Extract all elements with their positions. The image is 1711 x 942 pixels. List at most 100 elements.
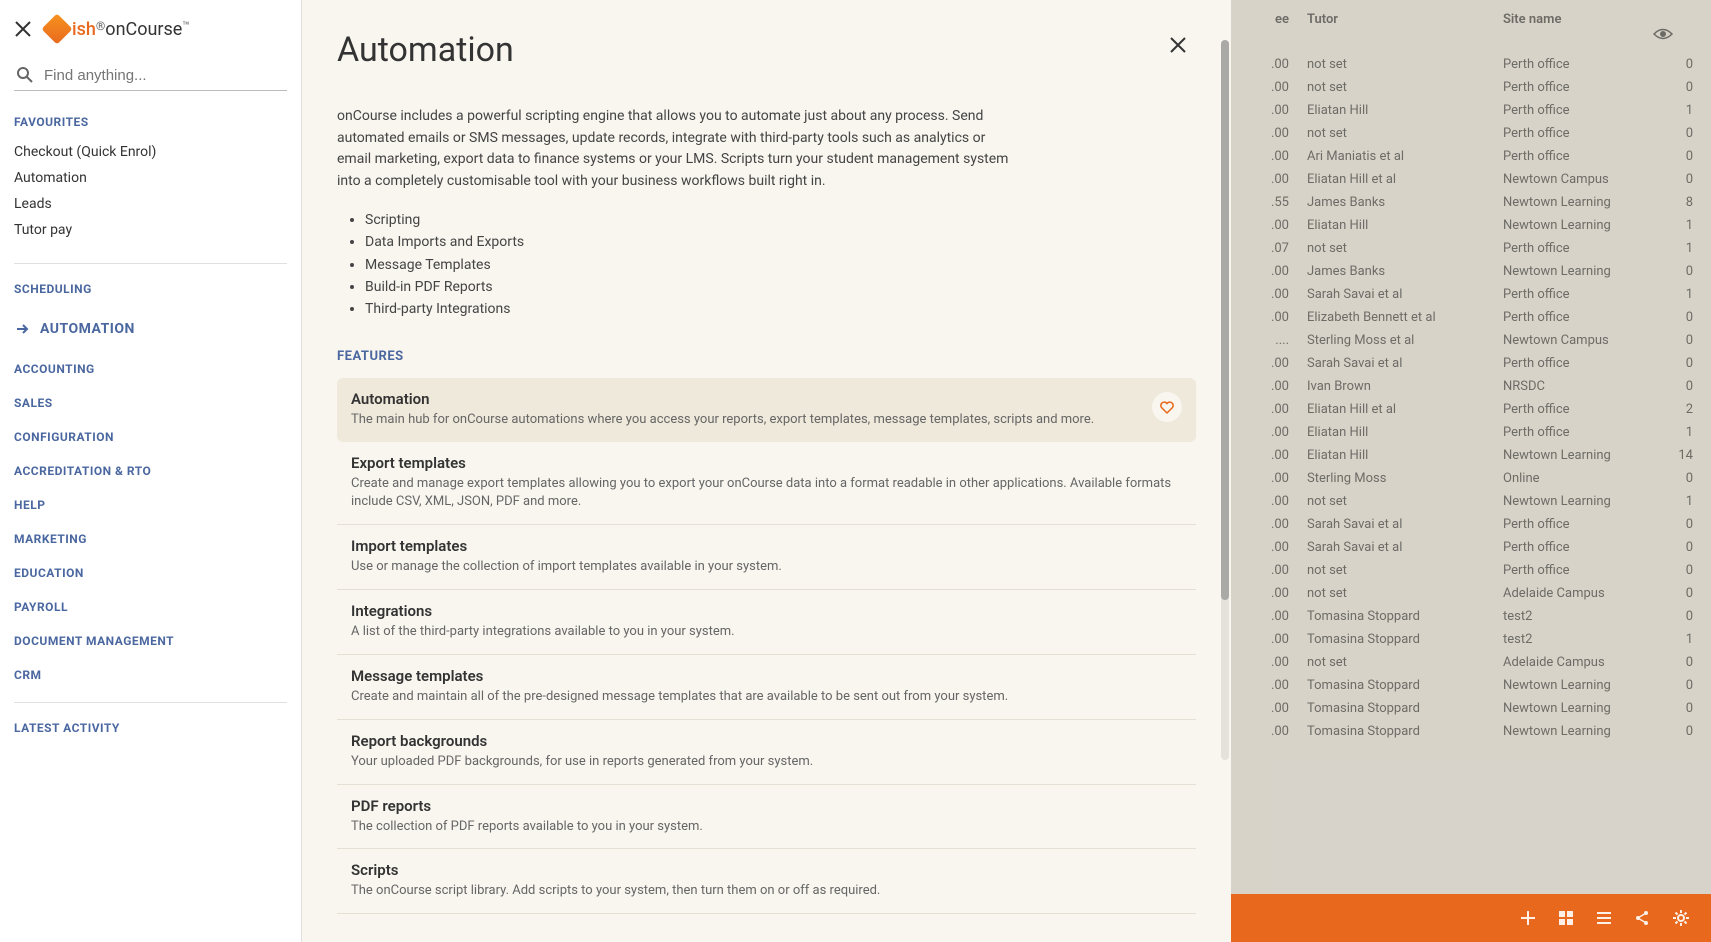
nav-heading-active[interactable]: AUTOMATION (14, 316, 287, 342)
cell-count: 1 (1653, 103, 1693, 118)
view-list-button[interactable] (1595, 909, 1613, 927)
table-row[interactable]: .00Ivan BrownNRSDC0 (1231, 375, 1711, 398)
table-row[interactable]: .00Eliatan Hill et alPerth office2 (1231, 398, 1711, 421)
nav-heading[interactable]: CONFIGURATION (14, 430, 287, 444)
nav-heading[interactable]: PAYROLL (14, 600, 287, 614)
scrollbar-thumb[interactable] (1221, 40, 1229, 600)
cell-site: Perth office (1503, 80, 1653, 95)
feature-item[interactable]: IntegrationsA list of the third-party in… (337, 590, 1196, 655)
cell-site: Perth office (1503, 540, 1653, 555)
search-field[interactable] (14, 60, 287, 91)
close-content-button[interactable] (1169, 36, 1187, 54)
table-row[interactable]: .00Tomasina Stoppardtest21 (1231, 628, 1711, 651)
close-sidebar-button[interactable] (14, 20, 32, 38)
cell-tutor: James Banks (1289, 264, 1503, 279)
feature-desc: The collection of PDF reports available … (351, 818, 1182, 837)
bullet-item: Third-party Integrations (365, 298, 1196, 320)
feature-item[interactable]: Message templatesCreate and maintain all… (337, 655, 1196, 720)
col-visibility[interactable] (1653, 12, 1693, 41)
cell-tutor: Tomasina Stoppard (1289, 724, 1503, 739)
table-row[interactable]: .00Sarah Savai et alPerth office0 (1231, 352, 1711, 375)
search-input[interactable] (44, 67, 285, 84)
view-grid-button[interactable] (1557, 909, 1575, 927)
favourite-item[interactable]: Automation (14, 165, 287, 191)
cell-fee: .00 (1249, 287, 1289, 302)
table-row[interactable]: .00not setAdelaide Campus0 (1231, 651, 1711, 674)
col-tutor-header[interactable]: Tutor (1289, 12, 1503, 41)
nav-heading[interactable]: ACCOUNTING (14, 362, 287, 376)
table-row[interactable]: .00Tomasina StoppardNewtown Learning0 (1231, 697, 1711, 720)
table-row[interactable]: .00Sterling MossOnline0 (1231, 467, 1711, 490)
table-row[interactable]: .00Elizabeth Bennett et alPerth office0 (1231, 306, 1711, 329)
table-row[interactable]: .00Tomasina StoppardNewtown Learning0 (1231, 674, 1711, 697)
nav-section: ACCOUNTING (14, 362, 287, 376)
share-button[interactable] (1633, 909, 1651, 927)
favourite-heart-icon[interactable] (1152, 392, 1182, 422)
scrollbar[interactable] (1221, 40, 1229, 760)
nav-heading[interactable]: SCHEDULING (14, 282, 287, 296)
table-row[interactable]: .00not setPerth office0 (1231, 76, 1711, 99)
table-row[interactable]: .00Tomasina StoppardNewtown Learning0 (1231, 720, 1711, 743)
table-row[interactable]: .00not setPerth office0 (1231, 122, 1711, 145)
nav-heading[interactable]: MARKETING (14, 532, 287, 546)
cell-tutor: not set (1289, 655, 1503, 670)
nav-heading[interactable]: ACCREDITATION & RTO (14, 464, 287, 478)
nav-section: CONFIGURATION (14, 430, 287, 444)
table-row[interactable]: .00not setNewtown Learning1 (1231, 490, 1711, 513)
cell-count: 0 (1653, 517, 1693, 532)
feature-item[interactable]: PDF reportsThe collection of PDF reports… (337, 785, 1196, 850)
nav-heading[interactable]: DOCUMENT MANAGEMENT (14, 634, 287, 648)
settings-button[interactable] (1671, 908, 1691, 928)
col-fee-header[interactable]: ee (1249, 12, 1289, 41)
cell-site: Adelaide Campus (1503, 655, 1653, 670)
table-row[interactable]: .00not setAdelaide Campus0 (1231, 582, 1711, 605)
cell-count: 0 (1653, 471, 1693, 486)
nav-heading[interactable]: CRM (14, 668, 287, 682)
cell-fee: .00 (1249, 172, 1289, 187)
cell-count: 0 (1653, 655, 1693, 670)
col-site-header[interactable]: Site name (1503, 12, 1653, 41)
feature-item[interactable]: Export templatesCreate and manage export… (337, 442, 1196, 526)
table-row[interactable]: .00Eliatan HillNewtown Learning1 (1231, 214, 1711, 237)
feature-item[interactable]: ScriptsThe onCourse script library. Add … (337, 849, 1196, 914)
table-row[interactable]: .07not setPerth office1 (1231, 237, 1711, 260)
cell-count: 0 (1653, 57, 1693, 72)
table-row[interactable]: .00James BanksNewtown Learning0 (1231, 260, 1711, 283)
table-row[interactable]: .00Sarah Savai et alPerth office0 (1231, 536, 1711, 559)
table-row[interactable]: .55James BanksNewtown Learning8 (1231, 191, 1711, 214)
cell-site: Newtown Campus (1503, 333, 1653, 348)
nav-heading[interactable]: SALES (14, 396, 287, 410)
table-row[interactable]: .00Ari Maniatis et alPerth office0 (1231, 145, 1711, 168)
table-row[interactable]: .00Sarah Savai et alPerth office0 (1231, 513, 1711, 536)
favourite-item[interactable]: Tutor pay (14, 217, 287, 243)
nav-heading[interactable]: HELP (14, 498, 287, 512)
cell-count: 0 (1653, 379, 1693, 394)
feature-desc: The main hub for onCourse automations wh… (351, 411, 1182, 430)
table-row[interactable]: .00Eliatan HillPerth office1 (1231, 421, 1711, 444)
favourite-item[interactable]: Leads (14, 191, 287, 217)
feature-item[interactable]: AutomationThe main hub for onCourse auto… (337, 378, 1196, 442)
favourite-item[interactable]: Checkout (Quick Enrol) (14, 139, 287, 165)
nav-section: DOCUMENT MANAGEMENT (14, 634, 287, 648)
cell-site: Newtown Learning (1503, 678, 1653, 693)
cell-count: 1 (1653, 241, 1693, 256)
cell-fee: .00 (1249, 494, 1289, 509)
feature-item[interactable]: Import templatesUse or manage the collec… (337, 525, 1196, 590)
table-row[interactable]: .00Eliatan HillPerth office1 (1231, 99, 1711, 122)
cell-count: 1 (1653, 218, 1693, 233)
table-row[interactable]: .00Eliatan Hill et alNewtown Campus0 (1231, 168, 1711, 191)
cell-fee: .07 (1249, 241, 1289, 256)
add-button[interactable] (1519, 909, 1537, 927)
cell-tutor: Sarah Savai et al (1289, 517, 1503, 532)
table-row[interactable]: .00Eliatan HillNewtown Learning14 (1231, 444, 1711, 467)
nav-heading[interactable]: EDUCATION (14, 566, 287, 580)
table-row[interactable]: .00not setPerth office0 (1231, 559, 1711, 582)
table-row[interactable]: .00Tomasina Stoppardtest20 (1231, 605, 1711, 628)
feature-item[interactable]: Report backgroundsYour uploaded PDF back… (337, 720, 1196, 785)
table-row[interactable]: ....Sterling Moss et alNewtown Campus0 (1231, 329, 1711, 352)
feature-title: Integrations (351, 602, 1182, 620)
table-row[interactable]: .00Sarah Savai et alPerth office1 (1231, 283, 1711, 306)
table-row[interactable]: .00not setPerth office0 (1231, 53, 1711, 76)
nav-section: SALES (14, 396, 287, 410)
cell-fee: .00 (1249, 379, 1289, 394)
